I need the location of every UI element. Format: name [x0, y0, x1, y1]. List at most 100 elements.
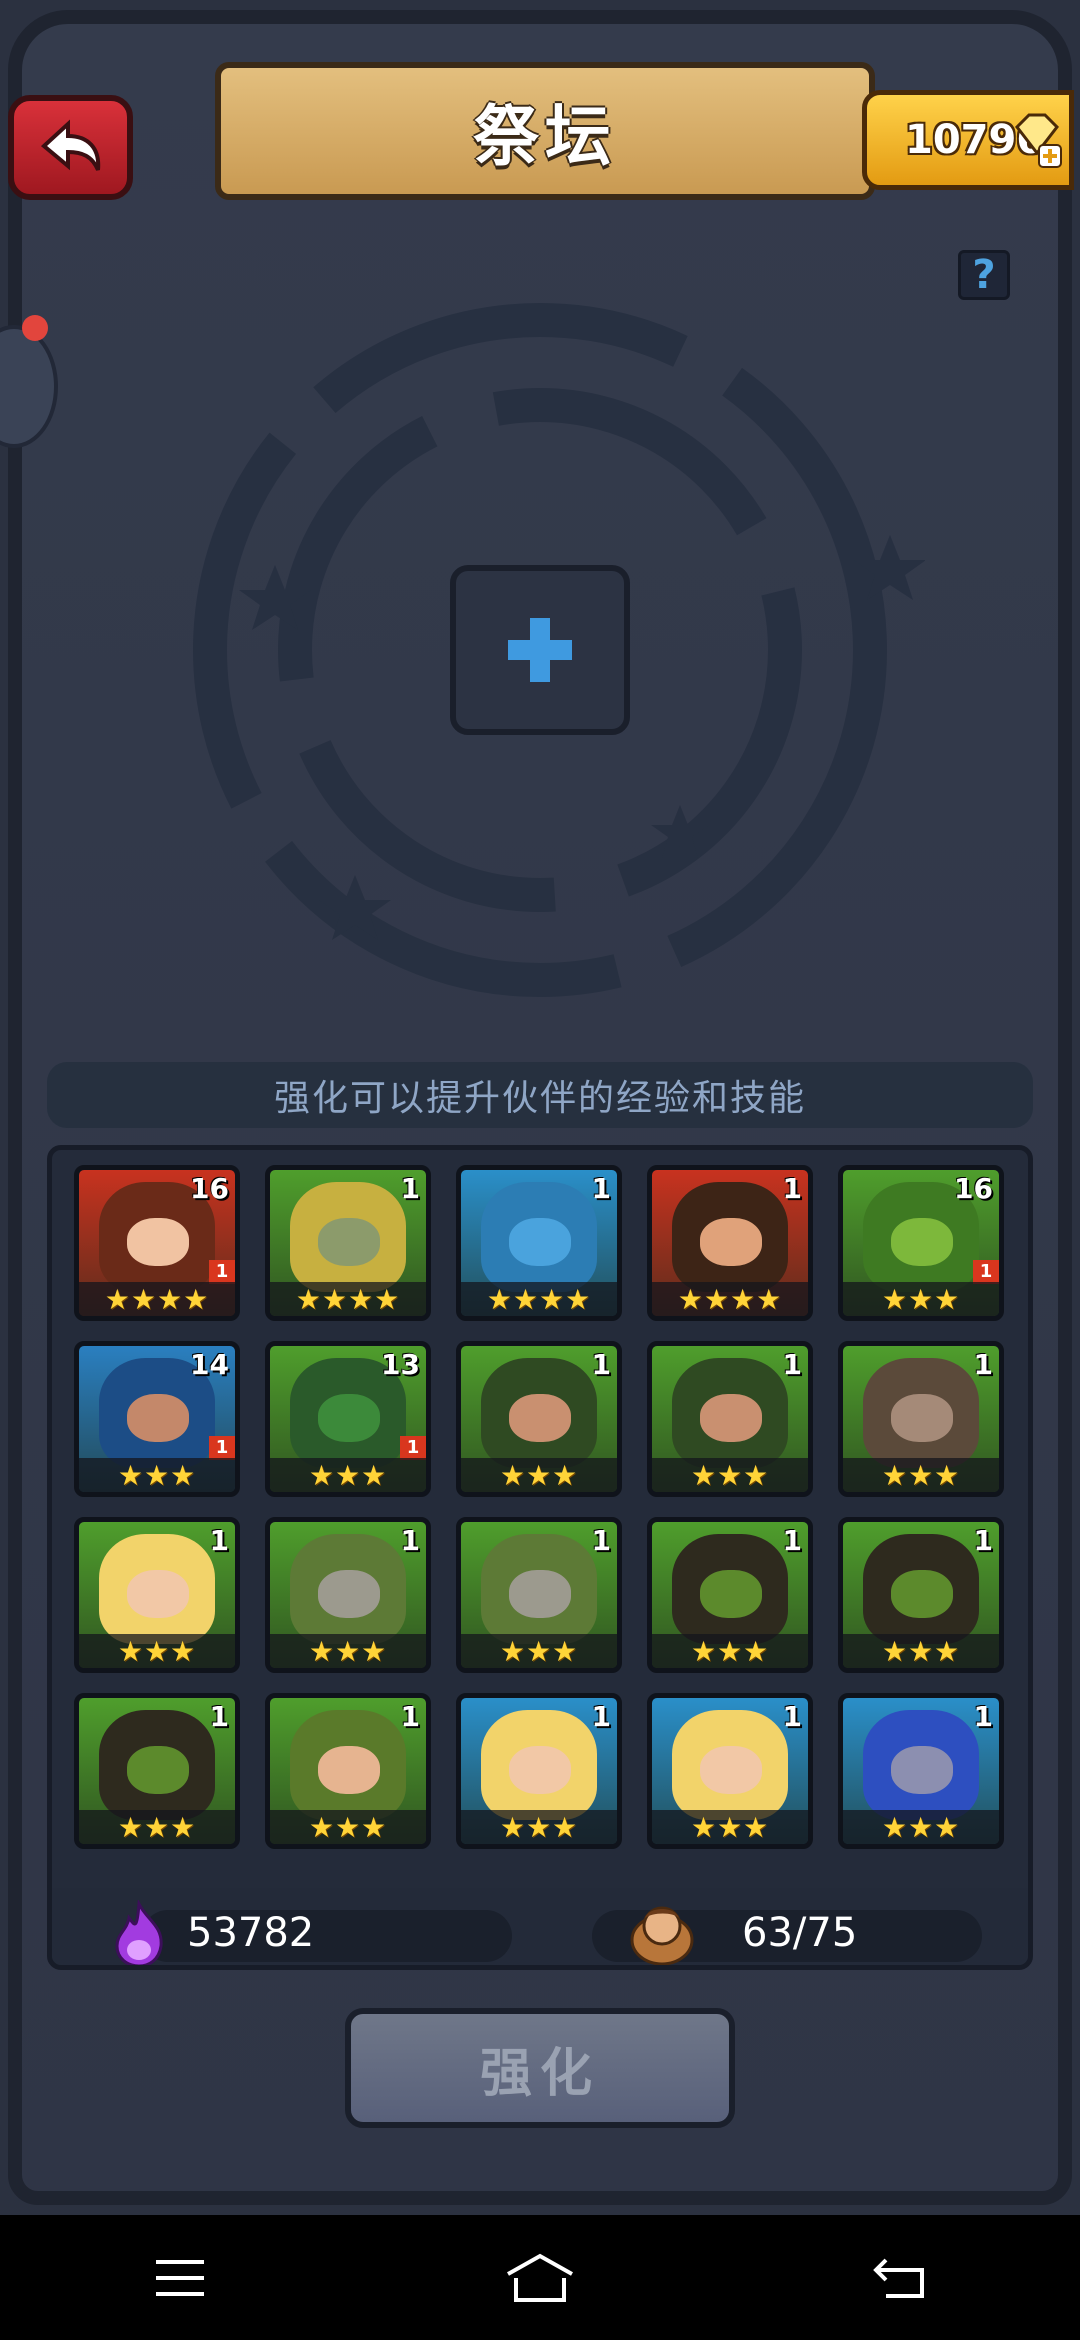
partner-stars: ★★★ [843, 1810, 999, 1844]
partner-stars: ★★★ [270, 1810, 426, 1844]
partner-face [700, 1746, 762, 1794]
partner-grid: 16 1 ★★★★ 1 ★★★★ 1 ★★★★ 1 ★★★★ 16 1 ★★★ 14 1 ★★★ 13 1 ★★★… [74, 1165, 1004, 1849]
partner-face [127, 1394, 189, 1442]
help-button[interactable]: ? [958, 250, 1010, 300]
partner-card[interactable]: 1 ★★★ [265, 1693, 431, 1849]
partner-face [509, 1746, 571, 1794]
partner-stars: ★★★ [79, 1634, 235, 1668]
partner-rank-badge: 1 [209, 1260, 235, 1284]
gem-counter[interactable]: 10796 [862, 90, 1074, 190]
partner-face [127, 1218, 189, 1266]
menu-nav-button[interactable] [120, 2238, 240, 2318]
partner-card[interactable]: 14 1 ★★★ [74, 1341, 240, 1497]
partner-level: 1 [782, 1524, 802, 1557]
partner-card[interactable]: 1 ★★★ [265, 1517, 431, 1673]
menu-icon [156, 2259, 204, 2296]
partner-rank-badge: 1 [209, 1436, 235, 1460]
partner-face [700, 1570, 762, 1618]
back-arrow-icon [40, 118, 100, 171]
partner-stars: ★★★★ [270, 1282, 426, 1316]
partner-face [891, 1394, 953, 1442]
page-title: 祭坛 [473, 98, 617, 175]
partner-face [127, 1570, 189, 1618]
partner-level: 1 [973, 1524, 993, 1557]
partner-card[interactable]: 1 ★★★ [456, 1693, 622, 1849]
partner-face [891, 1746, 953, 1794]
home-nav-button[interactable] [480, 2238, 600, 2318]
partner-avatar-icon [630, 1906, 694, 1965]
partner-level: 1 [973, 1348, 993, 1381]
partner-card[interactable]: 1 ★★★ [74, 1693, 240, 1849]
partner-stars: ★★★ [652, 1458, 808, 1492]
partner-card[interactable]: 1 ★★★★ [265, 1165, 431, 1321]
partner-card[interactable]: 1 ★★★ [647, 1693, 813, 1849]
partner-stars: ★★★ [270, 1458, 426, 1492]
system-nav-bar [0, 2215, 1080, 2340]
partner-face [891, 1218, 953, 1266]
partner-level: 1 [400, 1524, 420, 1557]
partner-card[interactable]: 1 ★★★ [74, 1517, 240, 1673]
partner-level: 1 [209, 1524, 229, 1557]
partner-card[interactable]: 1 ★★★ [647, 1517, 813, 1673]
partner-level: 16 [190, 1172, 229, 1205]
enhance-button[interactable]: 强化 [345, 2008, 735, 2128]
back-button[interactable] [8, 95, 133, 200]
partner-stars: ★★★ [652, 1810, 808, 1844]
partner-card[interactable]: 1 ★★★ [838, 1517, 1004, 1673]
partner-face [127, 1746, 189, 1794]
partner-level: 1 [782, 1172, 802, 1205]
partner-face [318, 1218, 380, 1266]
partner-card[interactable]: 1 ★★★ [456, 1341, 622, 1497]
partner-stars: ★★★★ [652, 1282, 808, 1316]
partner-card[interactable]: 1 ★★★★ [456, 1165, 622, 1321]
partner-stars: ★★★ [461, 1458, 617, 1492]
partner-face [509, 1570, 571, 1618]
return-icon [873, 2258, 924, 2298]
purple-flame-icon [115, 1900, 163, 1965]
notification-dot [22, 315, 48, 341]
partner-grid-panel: 16 1 ★★★★ 1 ★★★★ 1 ★★★★ 1 ★★★★ 16 1 ★★★ 14 1 ★★★ 13 1 ★★★… [47, 1145, 1033, 1970]
partner-stars: ★★★ [461, 1634, 617, 1668]
partner-level: 13 [381, 1348, 420, 1381]
partner-level: 1 [973, 1700, 993, 1733]
partner-card[interactable]: 13 1 ★★★ [265, 1341, 431, 1497]
enhance-label: 强化 [479, 2043, 600, 2104]
partner-rank-badge: 1 [973, 1260, 999, 1284]
partner-stars: ★★★ [652, 1634, 808, 1668]
partner-card[interactable]: 1 ★★★ [647, 1341, 813, 1497]
partner-stars: ★★★★ [461, 1282, 617, 1316]
partner-card[interactable]: 1 ★★★★ [647, 1165, 813, 1321]
partner-card[interactable]: 1 ★★★ [838, 1341, 1004, 1497]
partner-card[interactable]: 1 ★★★ [456, 1517, 622, 1673]
partner-level: 14 [190, 1348, 229, 1381]
partner-stars: ★★★ [843, 1282, 999, 1316]
add-partner-slot[interactable] [450, 565, 630, 735]
partner-card[interactable]: 16 1 ★★★★ [74, 1165, 240, 1321]
partner-stars: ★★★ [843, 1458, 999, 1492]
partner-face [318, 1746, 380, 1794]
partner-face [509, 1218, 571, 1266]
partner-level: 1 [591, 1348, 611, 1381]
partner-card[interactable]: 1 ★★★ [838, 1693, 1004, 1849]
essence-count: 53782 [187, 1910, 315, 1956]
partner-stars: ★★★ [843, 1634, 999, 1668]
partner-face [509, 1394, 571, 1442]
partner-face [891, 1570, 953, 1618]
partner-level: 1 [782, 1348, 802, 1381]
partner-capacity: 63/75 [742, 1910, 858, 1956]
partner-level: 1 [591, 1700, 611, 1733]
back-nav-button[interactable] [840, 2238, 960, 2318]
partner-level: 1 [591, 1172, 611, 1205]
partner-stars: ★★★ [79, 1458, 235, 1492]
partner-card[interactable]: 16 1 ★★★ [838, 1165, 1004, 1321]
partner-level: 16 [954, 1172, 993, 1205]
plus-icon [508, 618, 572, 682]
gem-plus-icon [1015, 113, 1062, 168]
partner-level: 1 [400, 1172, 420, 1205]
home-icon [507, 2253, 573, 2302]
partner-stars: ★★★ [461, 1810, 617, 1844]
partner-face [318, 1570, 380, 1618]
partner-stars: ★★★ [79, 1810, 235, 1844]
resource-footer: 53782 63/75 [52, 1888, 1028, 1965]
hint-text: 强化可以提升伙伴的经验和技能 [47, 1062, 1033, 1128]
